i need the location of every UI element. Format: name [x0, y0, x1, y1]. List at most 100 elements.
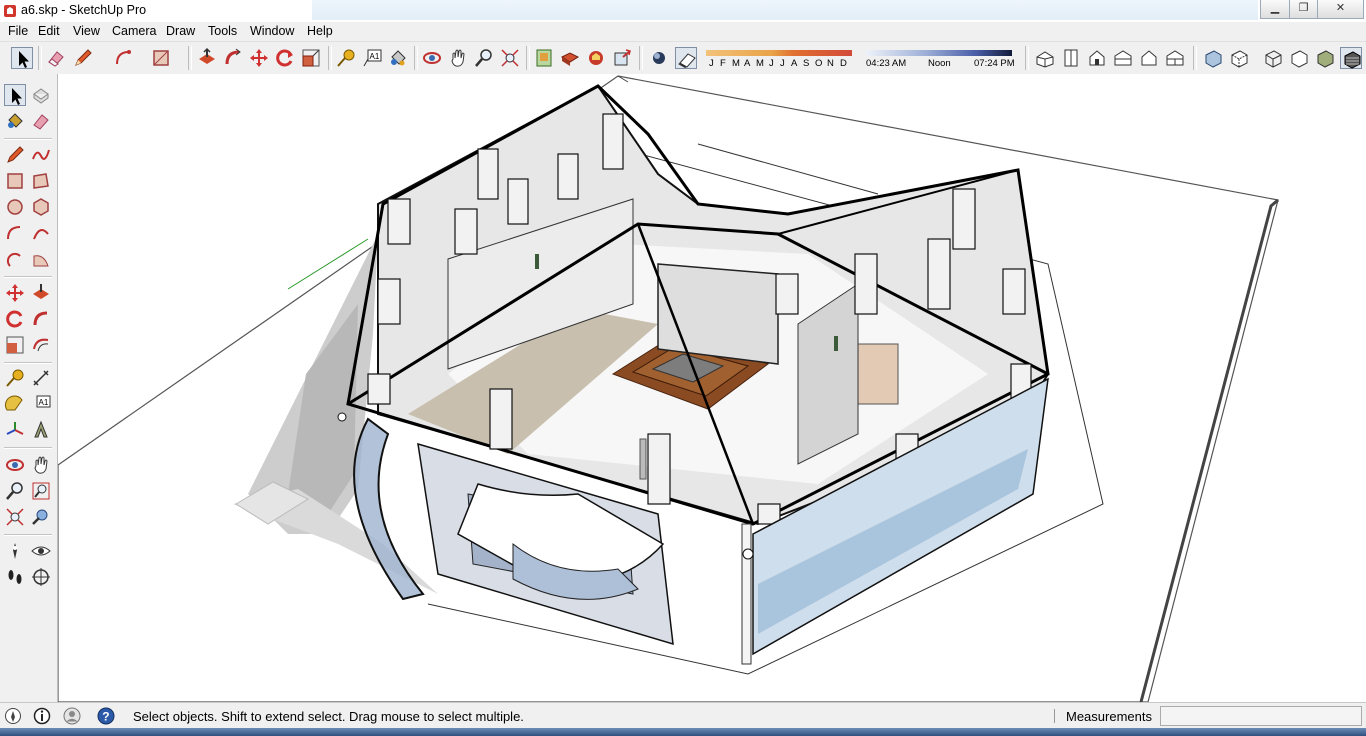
- section-plane-tool-button[interactable]: [30, 566, 52, 588]
- pan-tool-button[interactable]: [30, 454, 52, 476]
- zoom-window-tool-button[interactable]: [30, 480, 52, 502]
- toolbar-separator: [1025, 46, 1029, 70]
- minimize-button[interactable]: ▁: [1260, 0, 1290, 19]
- iso-house-icon: [1036, 51, 1054, 68]
- zoom-extents-tool-button[interactable]: [499, 47, 521, 69]
- arc-tool-button[interactable]: [4, 222, 26, 244]
- back-edges-style-button[interactable]: [1228, 47, 1250, 69]
- hidden-line-style-button[interactable]: [1288, 47, 1310, 69]
- protractor-tool-button[interactable]: [4, 393, 26, 415]
- circle-tool-button[interactable]: [4, 196, 26, 218]
- scale-tool-button[interactable]: [4, 334, 26, 356]
- arc-tool-button[interactable]: [113, 47, 135, 69]
- rotate-tool-button[interactable]: [274, 47, 296, 69]
- geo-location-icon[interactable]: [4, 707, 22, 725]
- shadow-month-slider[interactable]: [706, 50, 852, 56]
- shadow-time-slider[interactable]: [866, 50, 1012, 56]
- menu-window[interactable]: Window: [250, 24, 294, 38]
- menu-view[interactable]: View: [73, 24, 100, 38]
- select-tool-button[interactable]: [4, 84, 26, 106]
- make-component-button[interactable]: [30, 84, 52, 106]
- components-tool-button[interactable]: [559, 47, 581, 69]
- model-viewport[interactable]: [58, 74, 1366, 702]
- follow-me-tool-button[interactable]: [30, 308, 52, 330]
- menu-file[interactable]: File: [8, 24, 28, 38]
- move-tool-button[interactable]: [248, 47, 270, 69]
- rotated-rectangle-tool-button[interactable]: [30, 170, 52, 192]
- menu-tools[interactable]: Tools: [208, 24, 237, 38]
- freehand-icon: [32, 149, 50, 160]
- pie-tool-button[interactable]: [30, 248, 52, 270]
- position-camera-tool-button[interactable]: [4, 540, 26, 562]
- left-view-button[interactable]: [1164, 47, 1186, 69]
- user-account-icon[interactable]: [63, 707, 81, 725]
- shaded-style-button[interactable]: [1314, 47, 1336, 69]
- tape-measure-tool-button[interactable]: [335, 47, 357, 69]
- orbit-tool-button[interactable]: [421, 47, 443, 69]
- model-info-tool-button[interactable]: [533, 47, 555, 69]
- back-view-button[interactable]: [1138, 47, 1160, 69]
- paint-bucket-tool-button[interactable]: [387, 47, 409, 69]
- push-pull-tool-button[interactable]: [30, 282, 52, 304]
- freehand-tool-button[interactable]: [30, 144, 52, 166]
- 2-point-arc-tool-button[interactable]: [30, 222, 52, 244]
- toolbar-separator: [414, 46, 418, 70]
- zoom-tool-button[interactable]: [473, 47, 495, 69]
- menu-draw[interactable]: Draw: [166, 24, 195, 38]
- line-tool-button[interactable]: [4, 144, 26, 166]
- text-tool-button[interactable]: A1: [361, 47, 383, 69]
- month-label: S: [803, 58, 810, 69]
- shadows-toggle-button[interactable]: [648, 47, 670, 69]
- rectangle-tool-button[interactable]: [4, 170, 26, 192]
- xray-style-button[interactable]: [1202, 47, 1224, 69]
- two-point-arc-icon: [33, 229, 49, 240]
- svg-text:?: ?: [102, 710, 109, 724]
- zoom-extents-tool-button[interactable]: [4, 506, 26, 528]
- axes-tool-button[interactable]: [4, 419, 26, 441]
- credits-info-icon[interactable]: [33, 707, 51, 725]
- help-question-icon[interactable]: ?: [97, 707, 115, 725]
- tape-measure-tool-button[interactable]: [4, 367, 26, 389]
- shadows-display-button[interactable]: [675, 47, 697, 69]
- text-tool-button[interactable]: A1: [30, 393, 52, 415]
- polygon-tool-button[interactable]: [30, 196, 52, 218]
- share-model-tool-button[interactable]: [611, 47, 633, 69]
- move-tool-button[interactable]: [4, 282, 26, 304]
- eraser-icon: [33, 114, 49, 130]
- select-tool-button[interactable]: [11, 47, 33, 69]
- scale-tool-button[interactable]: [300, 47, 322, 69]
- previous-view-button[interactable]: [30, 506, 52, 528]
- rectangle-tool-button[interactable]: [150, 47, 172, 69]
- 3-point-arc-tool-button[interactable]: [4, 248, 26, 270]
- paint-bucket-button[interactable]: [4, 110, 26, 132]
- pencil-tool-button[interactable]: [72, 47, 94, 69]
- close-button[interactable]: ✕: [1317, 0, 1364, 19]
- zoom-tool-button[interactable]: [4, 480, 26, 502]
- menu-camera[interactable]: Camera: [112, 24, 156, 38]
- eraser-tool-button[interactable]: [45, 47, 67, 69]
- 3d-warehouse-tool-button[interactable]: [585, 47, 607, 69]
- eraser-button[interactable]: [30, 110, 52, 132]
- front-view-button[interactable]: [1086, 47, 1108, 69]
- rotate-tool-button[interactable]: [4, 308, 26, 330]
- menu-edit[interactable]: Edit: [38, 24, 60, 38]
- follow-me-tool-button[interactable]: [222, 47, 244, 69]
- toolbar-separator: [38, 46, 42, 70]
- column: [507, 178, 529, 225]
- offset-tool-button[interactable]: [30, 334, 52, 356]
- right-view-button[interactable]: [1112, 47, 1134, 69]
- pan-tool-button[interactable]: [447, 47, 469, 69]
- dimension-tool-button[interactable]: [30, 367, 52, 389]
- look-around-tool-button[interactable]: [30, 540, 52, 562]
- restore-button[interactable]: ❐: [1289, 0, 1318, 19]
- wireframe-style-button[interactable]: [1262, 47, 1284, 69]
- orbit-tool-button[interactable]: [4, 454, 26, 476]
- 3d-text-tool-button[interactable]: [30, 419, 52, 441]
- top-view-button[interactable]: [1060, 47, 1082, 69]
- shaded-textures-style-button[interactable]: [1340, 47, 1362, 69]
- push-pull-tool-button[interactable]: [196, 47, 218, 69]
- measurements-input[interactable]: [1160, 706, 1362, 726]
- iso-view-button[interactable]: [1034, 47, 1056, 69]
- menu-help[interactable]: Help: [307, 24, 333, 38]
- walk-tool-button[interactable]: [4, 566, 26, 588]
